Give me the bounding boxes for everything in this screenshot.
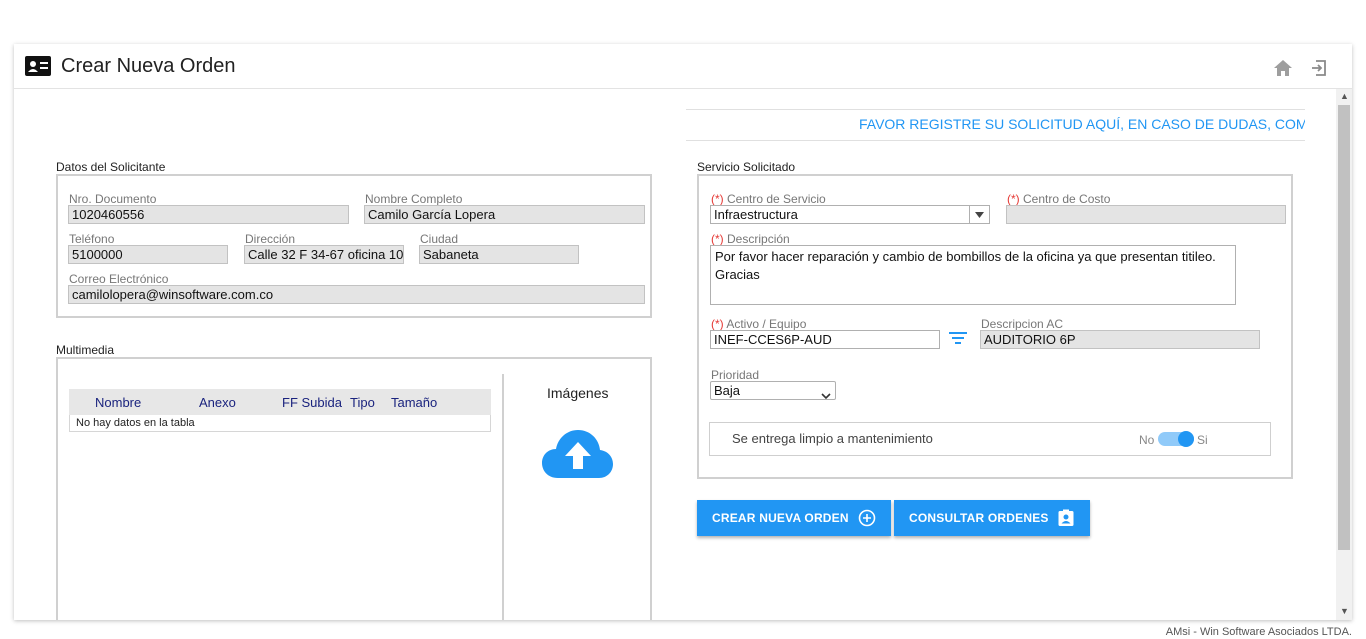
direccion-field: Calle 32 F 34-67 oficina 10 xyxy=(244,245,404,264)
home-icon[interactable] xyxy=(1273,59,1293,82)
info-banner: FAVOR REGISTRE SU SOLICITUD AQUÍ, EN CAS… xyxy=(686,109,1305,141)
banner-text: FAVOR REGISTRE SU SOLICITUD AQUÍ, EN CAS… xyxy=(859,116,1305,132)
multimedia-divider xyxy=(502,374,504,620)
add-circle-icon xyxy=(858,509,876,527)
telefono-field: 5100000 xyxy=(68,245,228,264)
scroll-up-icon[interactable]: ▲ xyxy=(1340,92,1349,101)
toggle-si-label: Si xyxy=(1197,433,1208,447)
nro-documento-label: Nro. Documento xyxy=(69,192,157,206)
descripcion-ac-field: AUDITORIO 6P xyxy=(980,330,1260,349)
servicio-title: Servicio Solicitado xyxy=(697,160,796,174)
prioridad-label: Prioridad xyxy=(711,368,760,382)
direccion-label: Dirección xyxy=(245,232,296,246)
page-scrollbar[interactable]: ▲ ▼ xyxy=(1336,89,1352,620)
centro-costo-label-text: Centro de Costo xyxy=(1023,192,1111,206)
required-mark: (*) xyxy=(1007,192,1020,206)
descripcion-ac-label: Descripcion AC xyxy=(981,317,1064,331)
col-nombre[interactable]: Nombre xyxy=(95,395,141,410)
crear-orden-label: CREAR NUEVA ORDEN xyxy=(712,511,849,525)
activo-label-text: Activo / Equipo xyxy=(726,317,807,331)
empty-table-text: No hay datos en la tabla xyxy=(76,417,195,429)
multimedia-title: Multimedia xyxy=(56,343,115,357)
cloud-upload-icon[interactable] xyxy=(542,429,614,484)
limpio-box: Se entrega limpio a mantenimiento No Si xyxy=(709,422,1271,456)
required-mark: (*) xyxy=(711,192,724,206)
limpio-toggle[interactable] xyxy=(1158,431,1194,447)
col-anexo[interactable]: Anexo xyxy=(199,395,236,410)
col-ff-subida[interactable]: FF Subida xyxy=(282,395,342,410)
required-mark: (*) xyxy=(711,317,724,331)
page-title: Crear Nueva Orden xyxy=(61,55,236,77)
limpio-label: Se entrega limpio a mantenimiento xyxy=(732,431,933,446)
activo-label: (*) Activo / Equipo xyxy=(711,317,806,331)
centro-costo-label: (*) Centro de Costo xyxy=(1007,192,1110,206)
descripcion-label-text: Descripción xyxy=(727,232,790,246)
chevron-down-icon[interactable] xyxy=(821,387,831,399)
table-header: Nombre Anexo FF Subida Tipo Tamaño xyxy=(69,389,491,415)
crear-orden-button[interactable]: CREAR NUEVA ORDEN xyxy=(697,500,891,536)
prioridad-value: Baja xyxy=(714,383,741,398)
toggle-knob[interactable] xyxy=(1178,431,1194,447)
col-tamano[interactable]: Tamaño xyxy=(391,395,437,410)
chevron-down-icon[interactable] xyxy=(969,206,989,223)
main-card: Crear Nueva Orden ▲ ▼ FAVOR REGISTRE SU … xyxy=(14,44,1352,620)
footer-text: AMsi - Win Software Asociados LTDA. xyxy=(1165,626,1352,638)
consultar-ordenes-label: CONSULTAR ORDENES xyxy=(909,511,1049,525)
imagenes-label: Imágenes xyxy=(547,385,609,401)
nombre-completo-field: Camilo García Lopera xyxy=(364,205,645,224)
table-row: No hay datos en la tabla xyxy=(69,415,491,432)
scrollbar-thumb[interactable] xyxy=(1338,105,1350,550)
ciudad-label: Ciudad xyxy=(420,232,459,246)
centro-servicio-select[interactable]: Infraestructura xyxy=(710,205,990,224)
descripcion-line-2: Gracias xyxy=(715,267,760,282)
centro-costo-field xyxy=(1006,205,1286,224)
centro-servicio-label: (*) Centro de Servicio xyxy=(711,192,826,206)
descripcion-textarea[interactable]: Por favor hacer reparación y cambio de b… xyxy=(710,245,1236,305)
consultar-ordenes-button[interactable]: CONSULTAR ORDENES xyxy=(894,500,1090,536)
filter-icon[interactable] xyxy=(948,331,968,350)
scroll-down-icon[interactable]: ▼ xyxy=(1340,607,1349,616)
solicitante-title: Datos del Solicitante xyxy=(56,160,166,174)
id-card-icon xyxy=(25,56,51,81)
col-tipo[interactable]: Tipo xyxy=(350,395,375,410)
nro-documento-field: 1020460556 xyxy=(68,205,349,224)
telefono-label: Teléfono xyxy=(69,232,115,246)
toggle-no-label: No xyxy=(1139,433,1155,447)
required-mark: (*) xyxy=(711,232,724,246)
prioridad-select[interactable]: Baja xyxy=(710,381,836,400)
ciudad-field: Sabaneta xyxy=(419,245,579,264)
exit-icon[interactable] xyxy=(1310,59,1328,82)
contact-page-icon xyxy=(1058,509,1074,526)
descripcion-line-1: Por favor hacer reparación y cambio de b… xyxy=(715,249,1216,264)
page-header: Crear Nueva Orden xyxy=(14,44,1352,89)
nombre-completo-label: Nombre Completo xyxy=(365,192,463,206)
centro-servicio-label-text: Centro de Servicio xyxy=(727,192,826,206)
correo-field: camilolopera@winsoftware.com.co xyxy=(68,285,645,304)
centro-servicio-value: Infraestructura xyxy=(714,207,798,222)
activo-input[interactable]: INEF-CCES6P-AUD xyxy=(710,330,940,349)
correo-label: Correo Electrónico xyxy=(69,272,169,286)
descripcion-label: (*) Descripción xyxy=(711,232,790,246)
